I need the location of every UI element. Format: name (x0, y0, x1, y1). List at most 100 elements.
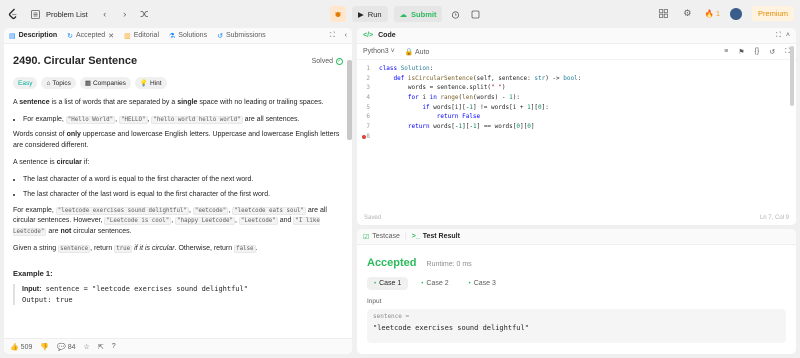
code-line[interactable]: 4 for i in range(len (words) - 1): (357, 93, 796, 103)
tab-description[interactable]: ▤ Description (9, 32, 57, 40)
problem-list-button[interactable]: Problem List (28, 7, 88, 21)
expand-icon[interactable]: ⛶ (330, 32, 335, 40)
description-footer: 👍 509 👎 💬 84 ☆ ⇱ ? (4, 338, 352, 354)
close-icon[interactable]: ✕ (108, 32, 114, 40)
hint-chip[interactable]: 💡 Hint (134, 77, 167, 89)
prev-problem-icon[interactable]: ‹ (98, 7, 112, 21)
case-tabs: • Case 1 • Case 2 • Case 3 (367, 277, 786, 290)
streak-counter[interactable]: 🔥 1 (704, 9, 720, 18)
code-line[interactable]: 3 words = sentence.split(" ") (357, 83, 796, 93)
code-token: isCircularSentence (407, 74, 473, 82)
top-navbar: Problem List ‹ › ▶ Run ☁ Submit ⚙ 🔥 1 Pr… (0, 0, 800, 28)
difficulty-badge: Easy (13, 77, 38, 89)
comments-button[interactable]: 💬 84 (57, 343, 75, 351)
notes-icon[interactable] (468, 7, 482, 21)
line-number[interactable]: 2 (357, 74, 379, 84)
code-token: range (440, 94, 459, 102)
cloud-upload-icon: ☁ (399, 9, 408, 19)
maximize-icon[interactable]: ⛶ (776, 32, 781, 40)
chevron-up-icon[interactable]: ˄ (786, 32, 790, 39)
code-token: (self, sentence: (472, 74, 535, 82)
companies-label: Companies (92, 79, 126, 87)
list-item: The last character of the last word is e… (23, 190, 343, 201)
circular-definition: A sentence is circular if: (13, 159, 90, 166)
layout-grid-icon[interactable] (656, 7, 670, 21)
editor-scrollbar[interactable] (790, 46, 794, 106)
lightbulb-icon: 💡 (139, 80, 148, 87)
chevron-down-icon: ˅ (390, 48, 395, 55)
tab-accepted[interactable]: ↻ Accepted ✕ (67, 32, 114, 40)
description-panel: ▤ Description ↻ Accepted ✕ ▥ Editorial ⚗… (4, 28, 352, 354)
line-number[interactable]: 1 (357, 64, 379, 74)
line-number[interactable]: 6 (357, 112, 379, 122)
code-token: i (422, 94, 430, 102)
code-token: class (379, 65, 401, 72)
user-avatar[interactable] (729, 7, 742, 20)
description-scrollbar[interactable] (347, 60, 352, 140)
tab-testcase[interactable]: ☑ Testcase (363, 233, 400, 241)
case-tab-2[interactable]: • Case 2 (414, 277, 455, 290)
hint-label: Hint (149, 79, 162, 87)
case-tab-1[interactable]: • Case 1 (367, 277, 409, 290)
code-token: words[- (433, 123, 459, 131)
code-line[interactable]: 2 def isCircularSentence (self, sentence:… (357, 74, 796, 84)
next-problem-icon[interactable]: › (118, 7, 132, 21)
code-line[interactable]: 1 class Solution: (357, 64, 796, 74)
line-number[interactable]: 3 (357, 83, 379, 93)
code-line[interactable]: 5 if words[i][- 1] != words[i + 1][0]: (357, 103, 796, 113)
collapse-left-icon[interactable]: ‹ (345, 32, 347, 39)
run-button[interactable]: ▶ Run (352, 6, 388, 22)
submit-button[interactable]: ☁ Submit (393, 6, 443, 22)
tab-solutions[interactable]: ⚗ Solutions (169, 32, 207, 40)
checkbox-icon: ☑ (363, 233, 370, 241)
editor-statusbar: Saved Ln 7, Col 9 (357, 211, 796, 225)
alarm-clock-icon[interactable] (448, 7, 462, 21)
star-icon[interactable]: ☆ (84, 343, 90, 351)
debug-icon[interactable] (330, 6, 346, 22)
braces-icon[interactable]: {} (755, 48, 760, 55)
companies-chip[interactable]: ▦ Companies (79, 77, 131, 89)
share-icon[interactable]: ⇱ (98, 343, 104, 351)
code-line[interactable]: 7 return words[- 1][- 1] == words[0][0] (357, 122, 796, 132)
format-icon[interactable]: ≡ (724, 48, 728, 55)
streak-count: 1 (715, 9, 720, 18)
tab-submissions[interactable]: ↺ Submissions (217, 32, 266, 40)
topics-chip[interactable]: ⌂ Topics (41, 77, 76, 89)
breakpoint-dot-icon[interactable] (362, 134, 366, 139)
like-button[interactable]: 👍 509 (10, 343, 32, 351)
code-token: " " (490, 84, 502, 92)
code-line[interactable]: 6 return False (357, 112, 796, 122)
code-panel: </> Code ⛶ ˄ Python3 ˅ 🔒 Auto ≡ ⚑ {} ↺ ⛶… (357, 28, 796, 225)
code-editor[interactable]: 1 class Solution:2 def isCircularSentence… (357, 60, 796, 142)
help-icon[interactable]: ? (112, 343, 116, 350)
tab-editorial[interactable]: ▥ Editorial (124, 32, 159, 40)
shuffle-icon[interactable] (138, 7, 152, 21)
thumbs-down-icon[interactable]: 👎 (40, 343, 49, 351)
language-select[interactable]: Python3 ˅ (363, 48, 395, 55)
line-number[interactable]: 7 (357, 122, 379, 132)
case-tab-3[interactable]: • Case 3 (462, 277, 503, 290)
settings-gear-icon[interactable]: ⚙ (680, 7, 694, 21)
fire-icon: 🔥 (704, 9, 714, 18)
premium-button[interactable]: Premium (751, 6, 794, 21)
code-token: len (462, 94, 473, 102)
bookmark-icon[interactable]: ⚑ (738, 48, 744, 56)
line-number[interactable]: 5 (357, 103, 379, 113)
code-token: ] == words[ (476, 123, 517, 131)
code-token: : (577, 74, 582, 82)
code-token: ][ (519, 123, 528, 131)
line-number[interactable]: 4 (357, 93, 379, 103)
code-token: : (429, 65, 434, 72)
auto-mode-toggle[interactable]: 🔒 Auto (405, 48, 430, 56)
case-label: Case 1 (379, 280, 402, 287)
line-number[interactable]: 8 (357, 132, 379, 142)
tag-icon: ⌂ (46, 79, 51, 87)
reset-icon[interactable]: ↺ (769, 48, 775, 56)
leetcode-logo-icon[interactable] (6, 7, 20, 21)
words-paragraph: Words consist of only uppercase and lowe… (13, 131, 340, 149)
tab-test-result[interactable]: >_ Test Result (412, 233, 460, 240)
submit-label: Submit (411, 9, 437, 19)
problem-title: 2490. Circular Sentence (13, 55, 138, 67)
code-line[interactable]: 8 (357, 132, 796, 142)
